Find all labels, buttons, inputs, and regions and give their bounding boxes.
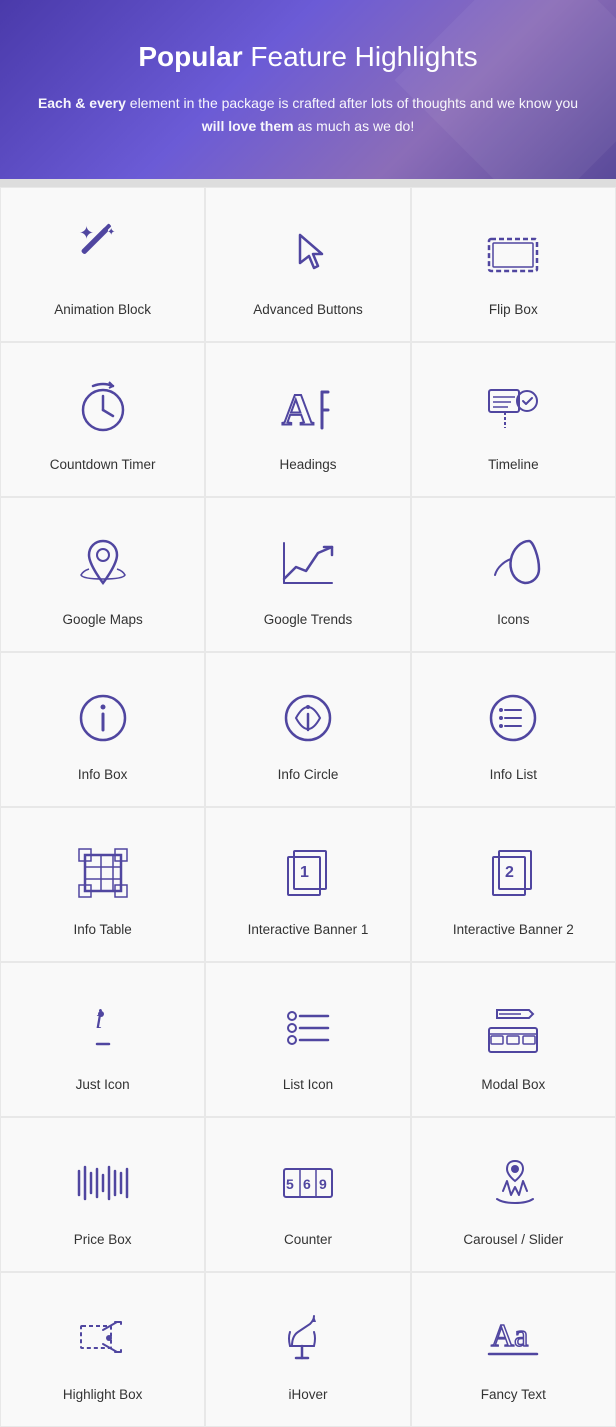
grid-item-countdown-timer[interactable]: Countdown Timer: [0, 342, 205, 497]
svg-text:5: 5: [286, 1176, 294, 1192]
svg-text:A: A: [282, 385, 314, 434]
advanced-buttons-label: Advanced Buttons: [253, 302, 363, 317]
header-title: Popular Feature Highlights: [30, 40, 586, 74]
timeline-icon: [478, 373, 548, 443]
grid-item-info-table[interactable]: Info Table: [0, 807, 205, 962]
grid-item-flip-box[interactable]: Flip Box: [411, 187, 616, 342]
info-table-icon: [68, 838, 138, 908]
grid-item-list-icon[interactable]: List Icon: [205, 962, 410, 1117]
grid-item-advanced-buttons[interactable]: Advanced Buttons: [205, 187, 410, 342]
svg-text:i: i: [95, 1004, 103, 1035]
grid-item-just-icon[interactable]: i Just Icon: [0, 962, 205, 1117]
grid-item-info-circle[interactable]: Info Circle: [205, 652, 410, 807]
interactive-banner-2-label: Interactive Banner 2: [453, 922, 574, 937]
carousel-slider-icon: [478, 1148, 548, 1218]
svg-text:Aa: Aa: [491, 1317, 528, 1353]
advanced-buttons-icon: [273, 218, 343, 288]
countdown-timer-icon: [68, 373, 138, 443]
google-maps-icon: [68, 528, 138, 598]
ihover-label: iHover: [288, 1387, 327, 1402]
grid-item-timeline[interactable]: Timeline: [411, 342, 616, 497]
svg-text:9: 9: [319, 1176, 327, 1192]
flip-box-icon: [478, 218, 548, 288]
grid-item-interactive-banner-2[interactable]: 2 Interactive Banner 2: [411, 807, 616, 962]
list-icon-label: List Icon: [283, 1077, 333, 1092]
list-icon-icon: [273, 993, 343, 1063]
grid-item-headings[interactable]: A Headings: [205, 342, 410, 497]
grid-item-interactive-banner-1[interactable]: 1 Interactive Banner 1: [205, 807, 410, 962]
price-box-icon: [68, 1148, 138, 1218]
grid-item-google-maps[interactable]: Google Maps: [0, 497, 205, 652]
timeline-label: Timeline: [488, 457, 539, 472]
just-icon-label: Just Icon: [76, 1077, 130, 1092]
grid-item-fancy-text[interactable]: Aa Fancy Text: [411, 1272, 616, 1427]
google-trends-label: Google Trends: [264, 612, 353, 627]
grid-item-animation-block[interactable]: ✦ ✦ Animation Block: [0, 187, 205, 342]
grid-item-price-box[interactable]: Price Box: [0, 1117, 205, 1272]
countdown-timer-label: Countdown Timer: [50, 457, 156, 472]
svg-text:✦: ✦: [107, 227, 115, 238]
ihover-icon: [273, 1303, 343, 1373]
grid-item-highlight-box[interactable]: Highlight Box: [0, 1272, 205, 1427]
header: Popular Feature Highlights Each & every …: [0, 0, 616, 179]
grid-item-info-box[interactable]: Info Box: [0, 652, 205, 807]
fancy-text-icon: Aa: [478, 1303, 548, 1373]
svg-text:1: 1: [300, 864, 309, 881]
grid-item-counter[interactable]: 5 6 9 Counter: [205, 1117, 410, 1272]
just-icon-icon: i: [68, 993, 138, 1063]
info-table-label: Info Table: [74, 922, 132, 937]
highlight-box-label: Highlight Box: [63, 1387, 143, 1402]
headings-icon: A: [273, 373, 343, 443]
headings-label: Headings: [279, 457, 336, 472]
header-subtitle: Each & every element in the package is c…: [30, 92, 586, 140]
features-grid: ✦ ✦ Animation Block Advanced Buttons Fli…: [0, 187, 616, 1427]
google-maps-label: Google Maps: [63, 612, 143, 627]
grid-item-icons[interactable]: Icons: [411, 497, 616, 652]
interactive-banner-1-icon: 1: [273, 838, 343, 908]
info-box-icon: [68, 683, 138, 753]
info-list-icon: [478, 683, 548, 753]
divider: [0, 179, 616, 187]
modal-box-icon: [478, 993, 548, 1063]
fancy-text-label: Fancy Text: [481, 1387, 546, 1402]
svg-text:6: 6: [303, 1176, 311, 1192]
highlight-box-icon: [68, 1303, 138, 1373]
info-box-label: Info Box: [78, 767, 128, 782]
grid-item-info-list[interactable]: Info List: [411, 652, 616, 807]
carousel-slider-label: Carousel / Slider: [463, 1232, 563, 1247]
info-circle-label: Info Circle: [278, 767, 339, 782]
flip-box-label: Flip Box: [489, 302, 538, 317]
interactive-banner-2-icon: 2: [478, 838, 548, 908]
grid-item-google-trends[interactable]: Google Trends: [205, 497, 410, 652]
grid-item-carousel-slider[interactable]: Carousel / Slider: [411, 1117, 616, 1272]
icons-icon: [478, 528, 548, 598]
animation-block-label: Animation Block: [54, 302, 151, 317]
info-circle-icon: [273, 683, 343, 753]
counter-label: Counter: [284, 1232, 332, 1247]
interactive-banner-1-label: Interactive Banner 1: [248, 922, 369, 937]
price-box-label: Price Box: [74, 1232, 132, 1247]
grid-item-ihover[interactable]: iHover: [205, 1272, 410, 1427]
counter-icon: 5 6 9: [273, 1148, 343, 1218]
svg-text:✦: ✦: [79, 223, 94, 243]
animation-block-icon: ✦ ✦: [68, 218, 138, 288]
icons-label: Icons: [497, 612, 529, 627]
svg-text:2: 2: [505, 864, 514, 881]
grid-item-modal-box[interactable]: Modal Box: [411, 962, 616, 1117]
google-trends-icon: [273, 528, 343, 598]
info-list-label: Info List: [490, 767, 537, 782]
modal-box-label: Modal Box: [481, 1077, 545, 1092]
